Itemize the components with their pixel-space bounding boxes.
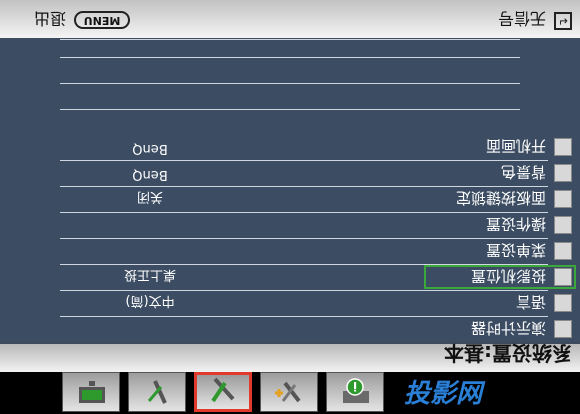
menu-item-label: 面板按键锁定 xyxy=(455,189,546,207)
menu-key-badge: MENU xyxy=(74,11,130,29)
monitor-icon xyxy=(79,381,105,403)
divider xyxy=(60,186,548,187)
menu-item-value: 中文(简) xyxy=(125,293,175,308)
menu-item-label: 操作设置 xyxy=(485,215,546,233)
page-title: 系统设置:基本 xyxy=(444,341,572,365)
divider xyxy=(60,160,548,161)
menu-item-label: 语言 xyxy=(515,293,546,311)
divider xyxy=(60,212,548,213)
menu-item-panel-key-lock[interactable]: 面板按键锁定 关闭 xyxy=(0,186,580,212)
watermark-logo: 投影网 xyxy=(404,379,486,409)
tab-advanced-image[interactable] xyxy=(128,372,186,412)
timer-icon xyxy=(554,320,572,338)
menu-item-value: 桌上正投 xyxy=(124,267,177,282)
divider xyxy=(60,264,548,265)
empty-row-line xyxy=(60,109,520,110)
menu-item-startup-screen[interactable]: 开机画面 BenQ xyxy=(0,134,580,160)
menu-item-label: 背景色 xyxy=(500,163,546,181)
menu-item-operation-settings[interactable]: 操作设置 xyxy=(0,212,580,238)
color-icon xyxy=(554,164,572,182)
menu-item-label: 开机画面 xyxy=(485,137,546,155)
tab-image[interactable] xyxy=(62,372,120,412)
exit-hint[interactable]: MENU 退出 xyxy=(5,8,130,32)
lock-icon xyxy=(554,190,572,208)
menu-panel: 演示计时器 语言 中文(简) 投影机位置 桌上正投 菜单设置 操作设置 面板按键… xyxy=(0,38,580,342)
projector-icon xyxy=(554,268,572,286)
menu-item-value: BenQ xyxy=(132,141,168,156)
key-icon xyxy=(554,216,572,234)
menu-item-value: 关闭 xyxy=(137,189,164,204)
empty-row-line xyxy=(60,57,520,58)
empty-row-line xyxy=(60,39,520,40)
no-signal-label: 无信号 xyxy=(497,9,546,28)
exit-label: 退出 xyxy=(33,9,66,28)
menu-icon xyxy=(554,242,572,260)
screen-icon xyxy=(554,138,572,156)
menu-title-bar: 系统设置:基本 xyxy=(0,341,580,372)
enter-icon: ↵ xyxy=(554,12,572,30)
hint-bar: ↵ 无信号 MENU 退出 xyxy=(0,0,580,38)
tab-bar: i 投影网 xyxy=(0,372,580,414)
menu-item-timer[interactable]: 演示计时器 xyxy=(0,316,580,342)
menu-item-label: 菜单设置 xyxy=(485,241,546,259)
empty-row-line xyxy=(60,83,520,84)
divider xyxy=(60,238,548,239)
svg-text:i: i xyxy=(353,379,357,393)
menu-item-label: 投影机位置 xyxy=(470,267,546,285)
menu-item-label: 演示计时器 xyxy=(470,319,546,337)
projector-osd: i 投影网 系统设置:基本 演示计时器 语言 中文(简) 投影机位置 桌上正投 … xyxy=(0,0,580,414)
globe-icon xyxy=(554,294,572,312)
menu-item-projector-position[interactable]: 投影机位置 桌上正投 xyxy=(0,264,580,290)
wrench-plus-icon xyxy=(275,381,301,403)
divider xyxy=(60,290,548,291)
menu-item-language[interactable]: 语言 中文(简) xyxy=(0,290,580,316)
tab-system-basic[interactable] xyxy=(194,372,252,412)
tab-info[interactable]: i xyxy=(326,372,384,412)
menu-item-value: BenQ xyxy=(132,167,168,182)
tab-system-advanced[interactable] xyxy=(260,372,318,412)
wrench-screwdriver-icon xyxy=(211,377,235,403)
info-icon: i xyxy=(343,378,369,403)
tools-plus-icon xyxy=(147,380,167,404)
svg-text:投影网: 投影网 xyxy=(404,379,486,409)
divider xyxy=(60,316,548,317)
menu-item-background-color[interactable]: 背景色 BenQ xyxy=(0,160,580,186)
menu-item-menu-settings[interactable]: 菜单设置 xyxy=(0,238,580,264)
